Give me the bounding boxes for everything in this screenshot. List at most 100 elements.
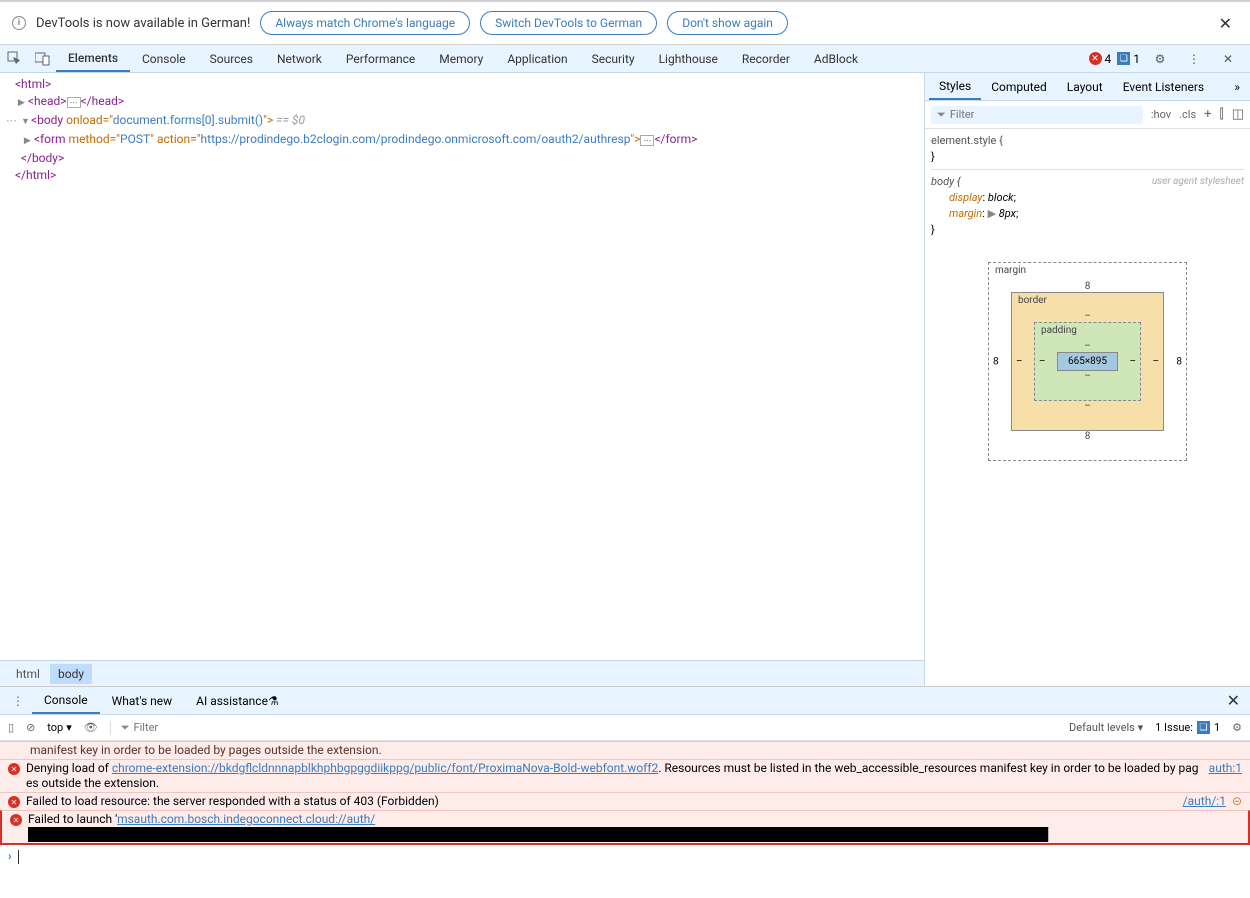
tab-eventlisteners[interactable]: Event Listeners — [1113, 73, 1214, 100]
computed-toggle-icon[interactable]: ⫿ — [1220, 107, 1224, 122]
device-toggle-icon[interactable] — [28, 45, 56, 73]
tab-sources[interactable]: Sources — [198, 45, 265, 72]
console-drawer: ⋮ Console What's new AI assistance ⚗ ✕ ▯… — [0, 686, 1250, 868]
console-log-area[interactable]: manifest key in order to be loaded by pa… — [0, 741, 1250, 868]
infobar: i DevTools is now available in German! A… — [0, 0, 1250, 45]
css-value[interactable]: 8px — [999, 207, 1016, 220]
tab-recorder[interactable]: Recorder — [730, 45, 802, 72]
styles-filter-input[interactable] — [950, 108, 1137, 121]
sidebar-toggle-icon[interactable]: ▯ — [8, 721, 14, 734]
tab-adblock[interactable]: AdBlock — [802, 45, 870, 72]
tab-console[interactable]: Console — [130, 45, 198, 72]
tab-network[interactable]: Network — [265, 45, 334, 72]
inspect-icon[interactable] — [0, 45, 28, 73]
styles-body[interactable]: element.style { } body {user agent style… — [925, 129, 1250, 242]
tab-performance[interactable]: Performance — [334, 45, 427, 72]
panel-tabs: Elements Console Sources Network Perform… — [56, 45, 870, 72]
log-source[interactable]: auth:1 — [1209, 761, 1242, 776]
drawer-tab-ai[interactable]: AI assistance ⚗ — [184, 687, 291, 714]
dom-node[interactable]: <html> — [15, 77, 51, 91]
dom-node[interactable]: <body — [31, 113, 66, 127]
css-value[interactable]: block — [988, 191, 1014, 204]
chevron-down-icon: ▾ — [66, 721, 72, 734]
filter-icon: ⏷ — [121, 721, 130, 735]
collapse-icon[interactable]: ▼ — [21, 114, 31, 131]
log-link[interactable]: msauth.com.bosch.indegoconnect.cloud://a… — [117, 812, 375, 826]
more-menu-icon[interactable]: ⋮ — [1180, 45, 1208, 73]
bm-content: 665×895 — [1057, 352, 1118, 371]
console-prompt[interactable]: › — [0, 845, 1250, 868]
log-levels-selector[interactable]: Default levels ▾ — [1069, 721, 1143, 734]
main-toolbar: Elements Console Sources Network Perform… — [0, 45, 1250, 73]
warning-icon: ⊝ — [1232, 794, 1242, 809]
selected-marker: ⋯ — [6, 114, 18, 127]
console-settings-icon[interactable]: ⚙ — [1232, 721, 1242, 734]
issue-count: 1 — [1133, 52, 1140, 66]
tab-elements[interactable]: Elements — [56, 45, 130, 72]
styles-tabs: Styles Computed Layout Event Listeners » — [925, 73, 1250, 101]
bm-padding-label: padding — [1041, 325, 1077, 336]
close-infobar-icon[interactable]: ✕ — [1213, 14, 1238, 33]
console-filter-input[interactable] — [134, 721, 234, 734]
css-prop[interactable]: display — [949, 191, 982, 204]
error-count: 4 — [1105, 52, 1112, 66]
dom-node[interactable]: </html> — [15, 168, 56, 182]
close-drawer-icon[interactable]: ✕ — [1221, 691, 1246, 710]
errors-badge[interactable]: ✕4 — [1089, 52, 1112, 66]
tab-security[interactable]: Security — [580, 45, 647, 72]
error-icon: ✕ — [8, 796, 20, 808]
tab-application[interactable]: Application — [495, 45, 579, 72]
log-message: Denying load of chrome-extension://bkdgf… — [26, 761, 1203, 791]
dom-node[interactable]: <head> — [28, 94, 67, 108]
dom-node[interactable]: <form — [34, 132, 69, 146]
ua-label: user agent stylesheet — [1152, 174, 1244, 190]
dom-tree[interactable]: <html> ▶<head>⋯</head> ⋯ ▼<body onload="… — [0, 73, 924, 660]
more-tabs-icon[interactable]: » — [1228, 80, 1246, 94]
prompt-caret-icon: › — [8, 849, 12, 864]
drawer-menu-icon[interactable]: ⋮ — [4, 694, 32, 708]
close-devtools-icon[interactable]: ✕ — [1214, 45, 1242, 73]
match-language-button[interactable]: Always match Chrome's language — [260, 11, 470, 35]
settings-icon[interactable]: ⚙ — [1146, 45, 1174, 73]
tab-computed[interactable]: Computed — [981, 73, 1057, 100]
new-style-icon[interactable]: + — [1204, 107, 1211, 122]
tab-styles[interactable]: Styles — [929, 73, 981, 100]
live-expression-icon[interactable]: 👁 — [84, 721, 98, 734]
log-message: Failed to launch 'msauth.com.bosch.indeg… — [28, 812, 1240, 842]
styles-filter-row: ⏷ :hov .cls + ⫿ ◫ — [925, 101, 1250, 129]
selected-indicator: == $0 — [273, 113, 305, 127]
reveal-icon[interactable]: ⋯ — [640, 135, 654, 146]
log-source[interactable]: /auth/:1 — [1183, 794, 1226, 809]
cls-toggle[interactable]: .cls — [1179, 108, 1196, 121]
dom-node[interactable]: </body> — [21, 151, 64, 165]
expand-icon[interactable]: ▶ — [24, 133, 34, 150]
log-message: Failed to load resource: the server resp… — [26, 794, 1177, 809]
error-icon: ✕ — [10, 814, 22, 826]
switch-german-button[interactable]: Switch DevTools to German — [480, 11, 657, 35]
hov-toggle[interactable]: :hov — [1151, 108, 1171, 121]
log-message: manifest key in order to be loaded by pa… — [30, 743, 1242, 758]
breadcrumb-html[interactable]: html — [8, 664, 48, 684]
infobar-text: DevTools is now available in German! — [36, 16, 250, 31]
context-selector[interactable]: top ▾ — [47, 721, 71, 734]
breadcrumb-body[interactable]: body — [50, 664, 92, 684]
reveal-icon[interactable]: ⋯ — [67, 97, 81, 108]
log-link[interactable]: chrome-extension://bkdgflcldnnnapblkhphb… — [112, 761, 658, 775]
drawer-tab-console[interactable]: Console — [32, 687, 100, 714]
css-prop[interactable]: margin — [949, 207, 982, 220]
dont-show-button[interactable]: Don't show again — [667, 11, 788, 35]
box-model[interactable]: margin 8 8 8 border – – – padding – – – — [925, 242, 1250, 481]
layout-pane-icon[interactable]: ◫ — [1232, 107, 1244, 122]
error-icon: ✕ — [8, 763, 20, 775]
bm-border-label: border — [1018, 295, 1047, 306]
issues-badge[interactable]: ❏1 — [1117, 52, 1140, 66]
expand-icon[interactable]: ▶ — [18, 95, 28, 112]
clear-console-icon[interactable]: ⊘ — [26, 721, 35, 734]
rule-selector[interactable]: element.style { — [931, 134, 1003, 147]
tab-layout[interactable]: Layout — [1057, 73, 1113, 100]
tab-lighthouse[interactable]: Lighthouse — [647, 45, 730, 72]
rule-selector[interactable]: body { — [931, 175, 960, 188]
drawer-tab-whatsnew[interactable]: What's new — [100, 687, 185, 714]
tab-memory[interactable]: Memory — [427, 45, 495, 72]
issues-link[interactable]: 1 Issue: ❏1 — [1155, 721, 1220, 734]
